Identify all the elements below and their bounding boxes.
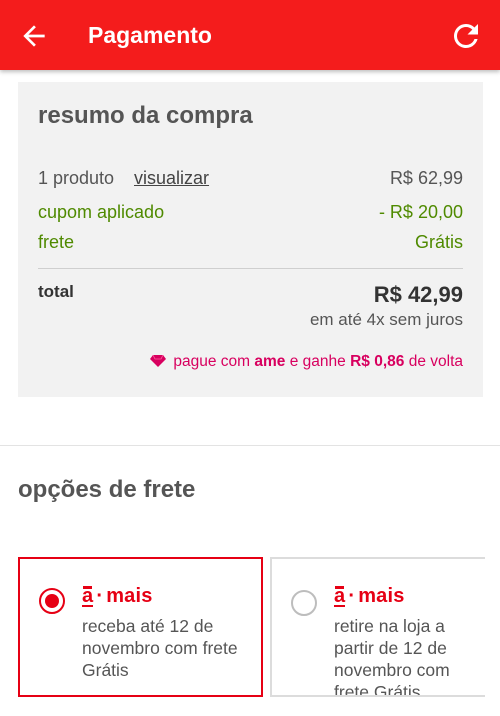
installments-text: em até 4x sem juros bbox=[309, 310, 463, 329]
shipping-option-description: retire na loja a partir de 12 de novembr… bbox=[334, 616, 450, 697]
ame-text-1: pague com bbox=[173, 353, 251, 370]
radio-unselected[interactable] bbox=[291, 590, 317, 616]
ame-text-3: de volta bbox=[408, 353, 463, 370]
ame-brand: ame bbox=[254, 353, 286, 370]
app-bar: Pagamento bbox=[0, 0, 500, 70]
radio-selected[interactable] bbox=[39, 588, 65, 614]
view-products-link[interactable]: visualizar bbox=[134, 168, 209, 189]
ame-text-2: e ganhe bbox=[289, 353, 346, 370]
products-value: R$ 62,99 bbox=[389, 168, 463, 188]
page-title: Pagamento bbox=[88, 22, 212, 48]
shipping-option-pickup[interactable]: a · mais retire na loja a partir de 12 de … bbox=[270, 557, 485, 697]
summary-divider bbox=[38, 268, 463, 269]
amais-logo: a · mais bbox=[82, 585, 153, 607]
amais-logo: a · mais bbox=[334, 585, 405, 607]
total-label: total bbox=[38, 282, 74, 301]
ame-cashback: pague com ame e ganhe R$ 0,86 de volta bbox=[150, 353, 463, 371]
shipping-option-description: receba até 12 de novembro com frete Grát… bbox=[82, 616, 238, 680]
products-label: 1 produto bbox=[38, 168, 115, 188]
shipping-value: Grátis bbox=[414, 232, 463, 252]
shipping-options-title: opções de frete bbox=[18, 476, 196, 503]
ame-diamond-icon bbox=[150, 355, 167, 367]
refresh-icon[interactable] bbox=[448, 18, 484, 54]
summary-heading: resumo da compra bbox=[38, 102, 253, 129]
ame-amount: R$ 0,86 bbox=[350, 353, 405, 370]
section-divider bbox=[0, 445, 500, 446]
shipping-label: frete bbox=[38, 232, 75, 252]
shipping-option-delivery[interactable]: a · mais receba até 12 de novembro com fre… bbox=[18, 557, 263, 697]
coupon-label: cupom aplicado bbox=[38, 202, 165, 222]
coupon-value: - R$ 20,00 bbox=[378, 202, 463, 222]
arrow-left-icon[interactable] bbox=[18, 20, 50, 52]
total-value: R$ 42,99 bbox=[373, 282, 463, 307]
purchase-summary: resumo da compra 1 produto visualizar R$… bbox=[18, 82, 483, 397]
